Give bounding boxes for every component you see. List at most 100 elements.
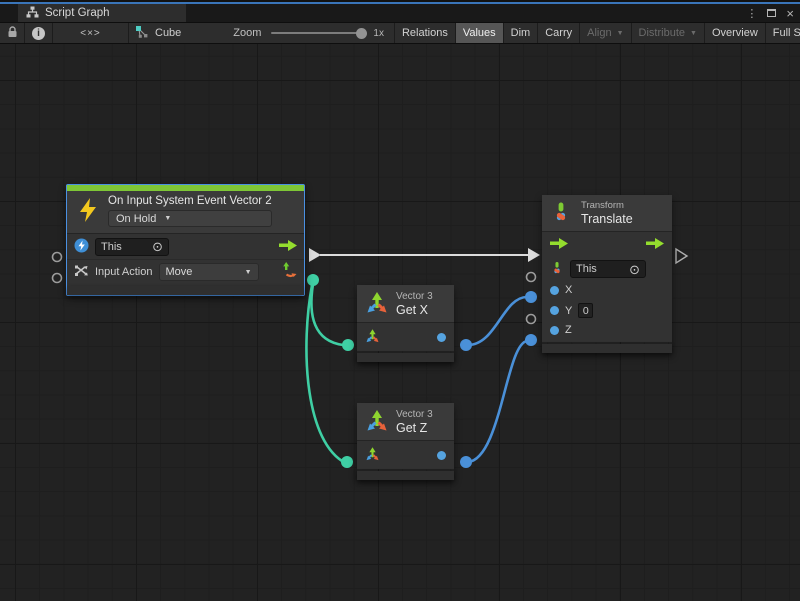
- event-mode-dropdown[interactable]: On Hold ▼: [108, 210, 272, 227]
- object-picker-icon[interactable]: ⊙: [629, 263, 640, 276]
- getz-node-footer: [357, 471, 454, 480]
- event-target-field[interactable]: This ⊙: [95, 238, 169, 256]
- getz-output-dot[interactable]: [437, 451, 446, 460]
- node-title: Get Z: [396, 421, 433, 435]
- port-translate-x[interactable]: [525, 291, 537, 303]
- zoom-label: Zoom: [233, 27, 261, 39]
- node-type-label: Transform: [581, 200, 633, 211]
- translate-z-row: Z: [542, 321, 672, 342]
- node-on-input-system-event[interactable]: On Input System Event Vector 2 On Hold ▼…: [66, 184, 305, 296]
- vector3-mini-icon[interactable]: [365, 446, 380, 464]
- x-label: X: [565, 284, 572, 296]
- translate-y-row: Y 0: [542, 300, 672, 321]
- lightning-icon: [77, 197, 99, 226]
- dropdown-caret-icon: ▼: [245, 269, 252, 276]
- object-picker-icon[interactable]: ⊙: [152, 240, 163, 253]
- script-graph-window: Script Graph ⋮ × i <×> Cube: [0, 0, 800, 601]
- port-getz-out[interactable]: [460, 456, 472, 468]
- y-label: Y: [565, 305, 572, 317]
- node-title: Translate: [581, 212, 633, 226]
- toolbar-button-distribute[interactable]: Distribute▼: [632, 23, 704, 43]
- toolbar-button-values[interactable]: Values: [456, 23, 503, 43]
- lock-icon: [7, 26, 18, 41]
- toolbar-button-relations[interactable]: Relations: [395, 23, 455, 43]
- code-icon: <×>: [80, 28, 101, 39]
- code-preview-button[interactable]: <×>: [53, 23, 128, 43]
- getz-port-row: [357, 441, 454, 469]
- flow-in-arrow-icon[interactable]: [550, 238, 568, 252]
- wire-getx-to-x: [468, 297, 527, 345]
- toolbar-button-fullscreen[interactable]: Full Screen: [766, 23, 800, 43]
- toolbar-button-overview[interactable]: Overview: [705, 23, 765, 43]
- z-port-dot[interactable]: [550, 326, 559, 335]
- translate-flow-row: [542, 232, 672, 258]
- wire-getz-to-z: [468, 341, 527, 462]
- node-transform-translate[interactable]: Transform Translate: [542, 195, 672, 353]
- vector2-out-icon[interactable]: [282, 262, 297, 282]
- y-value-field[interactable]: 0: [578, 303, 593, 318]
- zoom-control: Zoom 1x: [233, 23, 384, 43]
- menu-kebab-icon[interactable]: ⋮: [746, 7, 757, 20]
- info-icon: i: [32, 27, 45, 40]
- node-title: Get X: [396, 303, 433, 317]
- inspect-button[interactable]: i: [25, 23, 52, 43]
- translate-node-footer: [542, 344, 672, 353]
- close-icon[interactable]: ×: [786, 7, 794, 20]
- transform-mini-icon: [550, 261, 564, 278]
- flow-out-arrow-icon[interactable]: [279, 240, 297, 254]
- port-translate-z[interactable]: [525, 334, 537, 346]
- tab-script-graph[interactable]: Script Graph: [18, 4, 186, 22]
- port-getz-in[interactable]: [341, 456, 353, 468]
- vector3-icon: [365, 408, 389, 435]
- port-event-vector2-out[interactable]: [307, 274, 319, 286]
- maximize-icon[interactable]: [767, 9, 776, 17]
- wire-event-to-getz: [306, 285, 342, 461]
- port-translate-y[interactable]: [527, 315, 536, 324]
- port-translate-flow-out[interactable]: [676, 249, 687, 263]
- flow-out-arrow-icon[interactable]: [646, 238, 664, 252]
- node-type-label: Vector 3: [396, 291, 433, 302]
- port-event-action[interactable]: [53, 274, 62, 283]
- port-getx-out[interactable]: [460, 339, 472, 351]
- port-getx-in[interactable]: [342, 339, 354, 351]
- node-vector3-get-x[interactable]: Vector 3 Get X: [357, 285, 454, 362]
- toolbar-button-align[interactable]: Align▼: [580, 23, 630, 43]
- toolbar-button-carry[interactable]: Carry: [538, 23, 579, 43]
- event-this-row: This ⊙: [67, 234, 304, 259]
- tab-bar: Script Graph ⋮ ×: [0, 4, 800, 22]
- transform-icon: [550, 201, 572, 226]
- translate-this-row: This ⊙: [542, 258, 672, 280]
- graph-reference[interactable]: Cube: [135, 23, 181, 43]
- graph-canvas[interactable]: On Input System Event Vector 2 On Hold ▼…: [0, 44, 800, 601]
- getx-node-footer: [357, 353, 454, 362]
- lock-button[interactable]: [0, 23, 24, 43]
- node-type-label: Vector 3: [396, 409, 433, 420]
- getx-port-row: [357, 323, 454, 351]
- wire-flow-event-to-translate: [309, 248, 540, 262]
- wire-event-to-getx: [311, 284, 343, 345]
- translate-x-row: X: [542, 280, 672, 300]
- toolbar-button-dim[interactable]: Dim: [504, 23, 538, 43]
- graph-toolbar: i <×> Cube Zoom 1x Relations Values Dim: [0, 22, 800, 44]
- graph-node-icon: [135, 25, 149, 42]
- zoom-slider[interactable]: [271, 32, 363, 34]
- input-action-icon: [74, 264, 89, 281]
- window-controls: ⋮ ×: [746, 4, 794, 22]
- zoom-value: 1x: [373, 28, 384, 39]
- tab-label: Script Graph: [45, 7, 110, 19]
- node-title: On Input System Event Vector 2: [108, 195, 272, 207]
- event-node-footer: [67, 286, 304, 295]
- zoom-slider-handle[interactable]: [356, 28, 367, 39]
- translate-target-field[interactable]: This ⊙: [570, 260, 646, 278]
- x-port-dot[interactable]: [550, 286, 559, 295]
- dropdown-caret-icon: ▼: [690, 30, 697, 37]
- z-label: Z: [565, 324, 572, 336]
- input-action-dropdown[interactable]: Move ▼: [159, 263, 259, 281]
- node-vector3-get-z[interactable]: Vector 3 Get Z: [357, 403, 454, 480]
- y-port-dot[interactable]: [550, 306, 559, 315]
- port-translate-this[interactable]: [527, 273, 536, 282]
- script-graph-icon: [26, 6, 39, 21]
- port-event-this[interactable]: [53, 253, 62, 262]
- vector3-mini-icon[interactable]: [365, 328, 380, 346]
- getx-output-dot[interactable]: [437, 333, 446, 342]
